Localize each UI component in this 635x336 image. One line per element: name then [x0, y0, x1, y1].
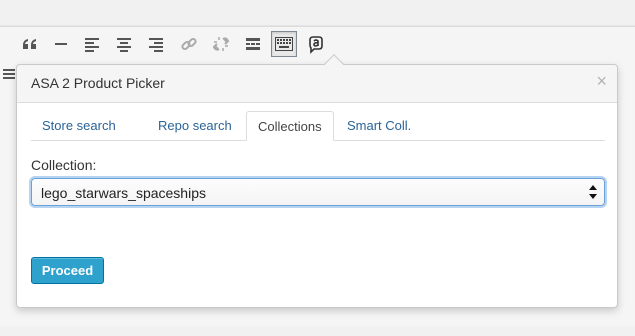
tab-smart-coll[interactable]: Smart Coll. [336, 111, 422, 141]
toolbar-toggle-icon[interactable] [271, 31, 297, 57]
editor-top-bar [0, 0, 635, 26]
tab-store-search[interactable]: Store search [31, 111, 127, 141]
align-left-icon[interactable] [79, 31, 105, 57]
align-center-icon[interactable] [111, 31, 137, 57]
horizontal-rule-icon[interactable] [48, 31, 74, 57]
collection-select-value: lego_starwars_spaceships [41, 185, 206, 201]
collection-select[interactable]: lego_starwars_spaceships [31, 178, 605, 206]
blockquote-icon[interactable] [17, 31, 43, 57]
align-right-icon[interactable] [143, 31, 169, 57]
tab-collections[interactable]: Collections [246, 111, 334, 141]
insert-link-icon[interactable] [176, 31, 202, 57]
unordered-list-icon[interactable] [0, 31, 12, 57]
remove-link-icon[interactable] [208, 31, 234, 57]
collection-label: Collection: [31, 157, 97, 173]
close-icon[interactable]: × [596, 71, 607, 91]
product-picker-popup: ASA 2 Product Picker × Store search Repo… [16, 54, 618, 308]
tab-repo-search[interactable]: Repo search [147, 111, 243, 141]
popup-header: ASA 2 Product Picker × [17, 65, 617, 103]
picker-tabs: Store search Repo search Collections Sma… [31, 111, 605, 141]
asa-product-picker-icon[interactable] [303, 31, 329, 57]
select-arrows-icon [589, 185, 597, 199]
popup-title: ASA 2 Product Picker [31, 75, 165, 91]
editor-toolbar-row1 [0, 31, 360, 59]
proceed-button[interactable]: Proceed [31, 257, 104, 284]
read-more-icon[interactable] [240, 31, 266, 57]
